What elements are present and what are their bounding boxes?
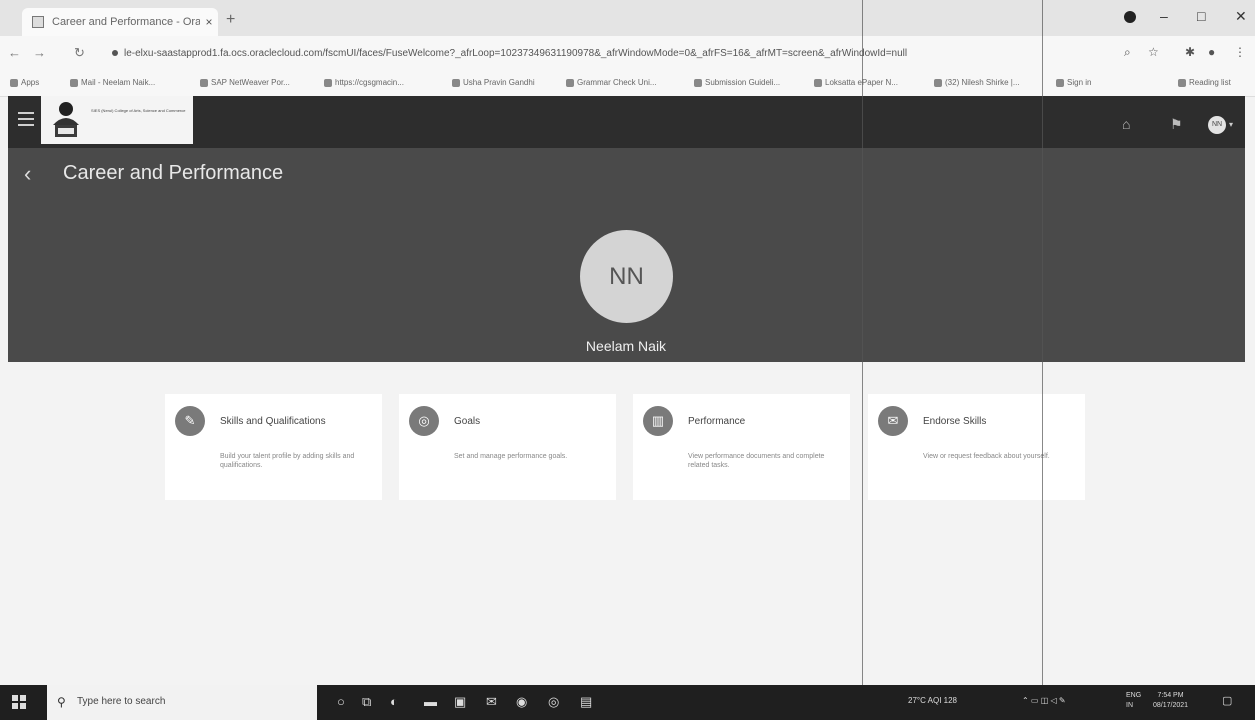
profile-banner: ‹ Career and Performance NN Neelam Naik (8, 148, 1245, 362)
bookmark-item[interactable]: Grammar Check Uni... (566, 78, 657, 87)
card-title: Goals (454, 416, 481, 427)
bookmark-item[interactable]: Usha Pravin Gandhi (452, 78, 535, 87)
college-name: SIES (Nerul) College of Arts, Science an… (91, 108, 186, 113)
scan-line (862, 0, 863, 685)
maximize-button[interactable]: □ (1197, 8, 1205, 24)
edge-icon[interactable]: ◐ (390, 694, 398, 709)
tray-icons[interactable]: ⌃ ▭ ◫ ◁ ✎ (1022, 696, 1066, 705)
profile-icon[interactable]: ● (1208, 45, 1215, 59)
reading-list[interactable]: Reading list (1178, 78, 1231, 87)
back-nav-icon[interactable]: ← (8, 45, 21, 60)
bookmark-item[interactable]: Submission Guideli... (694, 78, 780, 87)
windows-taskbar: ⚲ Type here to search ○ ⧉ ◐ ▬ ▣ ✉ ◉ ◎ ▤ … (0, 685, 1255, 720)
chevron-down-icon[interactable]: ▾ (1229, 120, 1233, 129)
user-avatar[interactable]: NN (1208, 116, 1226, 134)
bookmarks-bar: Apps Mail - Neelam Naik... SAP NetWeaver… (0, 72, 1255, 97)
minimize-button[interactable]: – (1160, 8, 1168, 24)
clock-date: 08/17/2021 (1153, 702, 1189, 709)
card-performance[interactable]: ▥ Performance View performance documents… (633, 394, 850, 500)
cortana-icon[interactable]: ○ (337, 694, 345, 709)
bookmark-item[interactable]: Apps (10, 78, 39, 87)
url-field[interactable]: le-elxu-saastapprod1.fa.ocs.oraclecloud.… (112, 44, 1112, 64)
user-icon (934, 78, 942, 87)
goals-icon: ◎ (409, 406, 439, 436)
search-icon: ⚲ (57, 695, 66, 709)
hamburger-menu-icon[interactable] (18, 112, 34, 126)
app-icon[interactable]: ◉ (516, 694, 527, 710)
page-icon (324, 78, 332, 87)
card-description: Set and manage performance goals. (454, 453, 568, 460)
college-logo[interactable]: SIES (Nerul) College of Arts, Science an… (41, 96, 193, 144)
profile-avatar: NN (580, 230, 673, 323)
mail-icon (70, 78, 78, 87)
grammar-icon (566, 78, 574, 87)
browser-tab-strip: Career and Performance - Oracl × + – □ ✕ (0, 0, 1255, 36)
address-bar-row: ← → ↻ le-elxu-saastapprod1.fa.ocs.oracle… (0, 36, 1255, 72)
browser-tab[interactable]: Career and Performance - Oracl × (22, 8, 218, 36)
endorse-icon: ✉ (878, 406, 908, 436)
store-icon[interactable]: ▣ (454, 694, 466, 710)
weather-status[interactable]: 27°C AQI 128 (908, 696, 957, 705)
microsoft-icon (1056, 78, 1064, 87)
card-title: Performance (688, 416, 746, 427)
notifications-icon[interactable]: ⚑ (1170, 116, 1183, 133)
app-header: SIES (Nerul) College of Arts, Science an… (8, 96, 1245, 148)
notification-center-icon[interactable]: ▢ (1222, 694, 1232, 707)
page-title: Career and Performance (63, 162, 284, 184)
drive-icon (452, 78, 460, 87)
tab-favicon-icon (32, 16, 44, 28)
submission-icon (694, 78, 702, 87)
task-view-icon[interactable]: ⧉ (362, 694, 371, 710)
card-goals[interactable]: ◎ Goals Set and manage performance goals… (399, 394, 616, 500)
skills-icon: ✎ (175, 406, 205, 436)
chrome-taskbar-icon[interactable]: ◎ (548, 694, 559, 710)
system-clock[interactable]: 7:54 PM 08/17/2021 (1153, 691, 1188, 711)
extensions-icon[interactable]: ✱ (1185, 45, 1195, 59)
bookmark-item[interactable]: Sign in (1056, 78, 1091, 87)
search-placeholder: Type here to search (77, 696, 166, 707)
sap-icon (200, 78, 208, 87)
close-window-button[interactable]: ✕ (1235, 8, 1247, 25)
bookmark-item[interactable]: Loksatta ePaper N... (814, 78, 898, 87)
card-title: Endorse Skills (923, 416, 987, 427)
menu-dots-icon[interactable]: ⋮ (1234, 45, 1246, 59)
windows-start-icon[interactable] (12, 695, 26, 709)
card-endorse-skills[interactable]: ✉ Endorse Skills View or request feedbac… (868, 394, 1085, 500)
newspaper-icon (814, 78, 822, 87)
forward-nav-icon[interactable]: → (33, 45, 46, 60)
home-icon[interactable]: ⌂ (1122, 116, 1130, 132)
performance-icon: ▥ (643, 406, 673, 436)
card-title: Skills and Qualifications (220, 416, 326, 427)
new-tab-button[interactable]: + (226, 11, 235, 29)
card-description: View performance documents and complete … (688, 453, 825, 469)
app-icon-2[interactable]: ▤ (580, 694, 592, 710)
lock-icon (112, 50, 118, 57)
clock-time: 7:54 PM (1157, 692, 1184, 699)
apps-icon (10, 78, 18, 87)
zoom-icon[interactable]: ⌕ (1124, 45, 1131, 60)
chrome-profile-icon[interactable] (1124, 11, 1136, 23)
scan-line (1042, 0, 1043, 685)
reload-icon[interactable]: ↻ (74, 45, 85, 61)
bookmark-item[interactable]: Mail - Neelam Naik... (70, 78, 155, 87)
bookmark-star-icon[interactable]: ☆ (1148, 45, 1159, 59)
bookmark-item[interactable]: https://cgsgmacin... (324, 78, 404, 87)
user-name: Neelam Naik (585, 338, 667, 354)
back-icon[interactable]: ‹ (24, 161, 31, 187)
bookmark-item[interactable]: (32) Nilesh Shirke |... (934, 78, 1020, 87)
tab-title: Career and Performance - Oracl (52, 16, 200, 28)
college-emblem-icon (53, 102, 79, 137)
language-indicator[interactable]: ENG IN (1126, 691, 1141, 711)
bookmark-item[interactable]: SAP NetWeaver Por... (200, 78, 290, 87)
reading-list-icon (1178, 78, 1186, 87)
url-text: le-elxu-saastapprod1.fa.ocs.oraclecloud.… (124, 48, 908, 59)
taskbar-search-box[interactable]: ⚲ Type here to search (47, 685, 317, 720)
card-skills-and-qualifications[interactable]: ✎ Skills and Qualifications Build your t… (165, 394, 382, 500)
card-description: Build your talent profile by adding skil… (220, 453, 355, 469)
tab-close-button[interactable]: × (200, 15, 218, 29)
file-explorer-icon[interactable]: ▬ (424, 694, 437, 709)
mail-app-icon[interactable]: ✉ (486, 694, 497, 710)
